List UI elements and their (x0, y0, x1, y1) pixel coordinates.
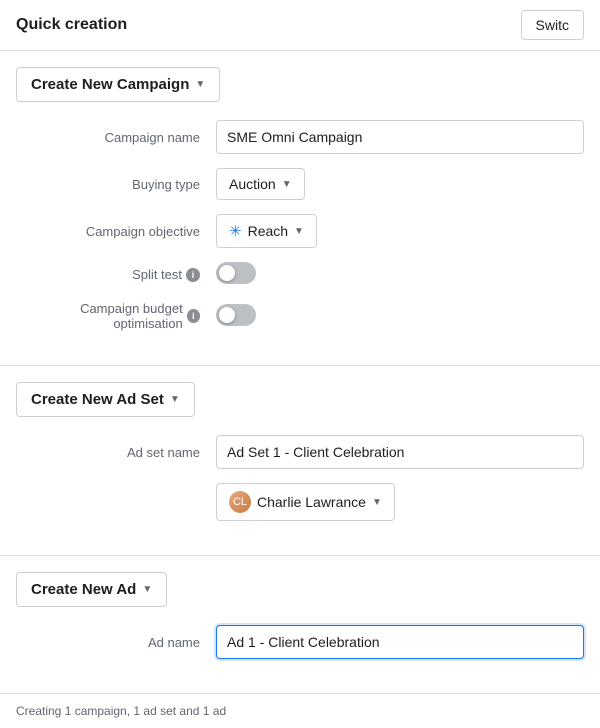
split-test-info-icon: i (186, 268, 200, 282)
chevron-down-icon: ▼ (294, 226, 304, 237)
campaign-budget-control (216, 304, 584, 329)
split-test-control (216, 262, 584, 287)
campaign-objective-control: ✳ Reach ▼ (216, 214, 584, 248)
ad-name-label: Ad name (16, 635, 216, 650)
create-adset-button[interactable]: Create New Ad Set ▼ (16, 382, 195, 417)
campaign-budget-label-wrap: Campaign budget optimisation i (16, 301, 200, 331)
avatar: CL (229, 491, 251, 513)
campaign-objective-value: Reach (248, 223, 288, 239)
create-campaign-button[interactable]: Create New Campaign ▼ (16, 67, 220, 102)
adset-name-input[interactable] (216, 435, 584, 469)
avatar-image: CL (229, 491, 251, 513)
campaign-name-control (216, 120, 584, 154)
person-control: CL Charlie Lawrance ▼ (216, 483, 584, 521)
chevron-down-icon: ▼ (170, 394, 180, 405)
split-test-toggle[interactable] (216, 262, 256, 284)
campaign-name-label: Campaign name (16, 130, 216, 145)
create-campaign-label: Create New Campaign (31, 76, 189, 93)
campaign-budget-row: Campaign budget optimisation i (16, 301, 584, 331)
campaign-budget-label: Campaign budget optimisation i (16, 301, 216, 331)
toggle-thumb (219, 265, 235, 281)
create-ad-button[interactable]: Create New Ad ▼ (16, 572, 167, 607)
campaign-objective-row: Campaign objective ✳ Reach ▼ (16, 214, 584, 248)
split-test-label-wrap: Split test i (132, 267, 200, 282)
header: Quick creation Switc (0, 0, 600, 51)
create-ad-label: Create New Ad (31, 581, 136, 598)
reach-icon: ✳ (229, 222, 242, 240)
campaign-budget-toggle-track[interactable] (216, 304, 256, 326)
toggle-thumb (219, 307, 235, 323)
chevron-down-icon: ▼ (195, 79, 205, 90)
ad-section: Create New Ad ▼ Ad name (0, 556, 600, 694)
chevron-down-icon: ▼ (282, 179, 292, 190)
switch-button[interactable]: Switc (521, 10, 584, 40)
toggle-track (216, 262, 256, 284)
adset-name-row: Ad set name (16, 435, 584, 469)
adset-name-control (216, 435, 584, 469)
buying-type-row: Buying type Auction ▼ (16, 168, 584, 200)
adset-section: Create New Ad Set ▼ Ad set name CL Charl… (0, 366, 600, 556)
campaign-section: Create New Campaign ▼ Campaign name Buyi… (0, 51, 600, 366)
buying-type-dropdown[interactable]: Auction ▼ (216, 168, 305, 200)
toggle-track (216, 304, 256, 326)
footer-status: Creating 1 campaign, 1 ad set and 1 ad (0, 694, 600, 728)
person-dropdown[interactable]: CL Charlie Lawrance ▼ (216, 483, 395, 521)
campaign-budget-info-icon: i (187, 309, 200, 323)
chevron-down-icon: ▼ (142, 584, 152, 595)
ad-name-input[interactable] (216, 625, 584, 659)
campaign-budget-toggle[interactable] (216, 304, 256, 326)
ad-name-control (216, 625, 584, 659)
create-adset-label: Create New Ad Set (31, 391, 164, 408)
adset-name-label: Ad set name (16, 445, 216, 460)
buying-type-value: Auction (229, 176, 276, 192)
campaign-objective-label: Campaign objective (16, 224, 216, 239)
buying-type-label: Buying type (16, 177, 216, 192)
person-name: Charlie Lawrance (257, 494, 366, 510)
split-test-label: Split test i (16, 267, 216, 282)
campaign-objective-dropdown[interactable]: ✳ Reach ▼ (216, 214, 317, 248)
chevron-down-icon: ▼ (372, 497, 382, 508)
campaign-name-row: Campaign name (16, 120, 584, 154)
split-test-row: Split test i (16, 262, 584, 287)
person-row: CL Charlie Lawrance ▼ (16, 483, 584, 521)
campaign-name-input[interactable] (216, 120, 584, 154)
buying-type-control: Auction ▼ (216, 168, 584, 200)
ad-name-row: Ad name (16, 625, 584, 659)
page-title: Quick creation (16, 16, 127, 34)
split-test-toggle-track[interactable] (216, 262, 256, 284)
